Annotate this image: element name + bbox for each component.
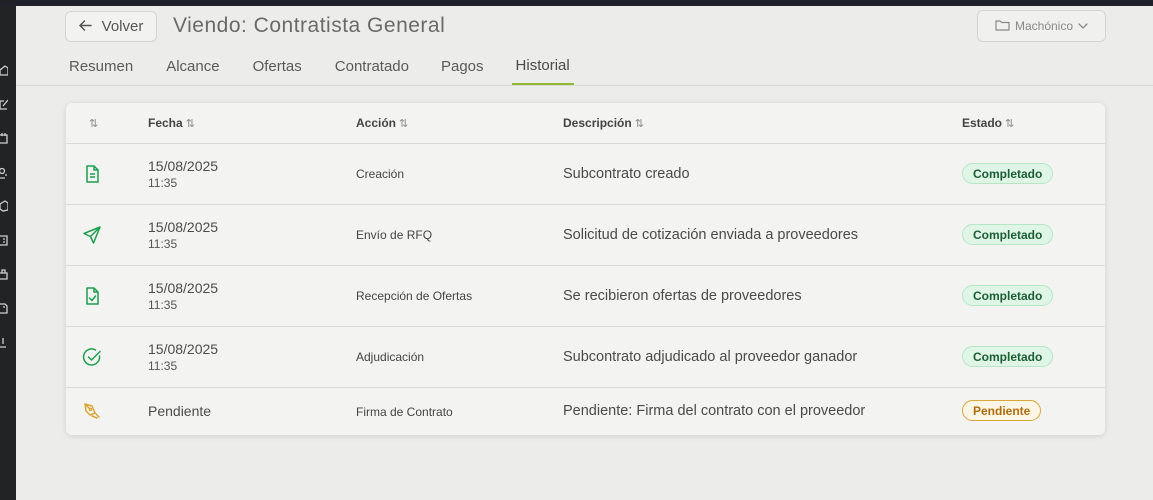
date-cell: 15/08/2025 11:35 xyxy=(148,158,218,190)
time-text: 11:35 xyxy=(148,298,178,312)
send-icon xyxy=(82,225,102,245)
back-button[interactable]: Volver xyxy=(65,11,157,42)
calendar-icon[interactable] xyxy=(0,132,8,144)
back-button-label: Volver xyxy=(101,18,144,35)
sort-icon: ⇅ xyxy=(399,118,409,130)
table-row[interactable]: 15/08/2025 11:35 Adjudicación Subcontrat… xyxy=(66,327,1105,388)
status-badge: Completado xyxy=(962,224,1054,245)
time-text: 11:35 xyxy=(148,237,178,251)
file-icon[interactable] xyxy=(0,302,8,314)
tab-ofertas[interactable]: Ofertas xyxy=(253,52,302,86)
description-cell: Pendiente: Firma del contrato con el pro… xyxy=(563,403,866,419)
folder-icon xyxy=(995,19,1010,34)
page-title: Viendo: Contratista General xyxy=(173,14,446,37)
table-row[interactable]: Pendiente Firma de Contrato Pendiente: F… xyxy=(66,388,1105,435)
date-cell: 15/08/2025 11:35 xyxy=(148,219,218,251)
document-icon xyxy=(82,164,102,184)
action-cell: Envío de RFQ xyxy=(356,228,433,242)
home-icon[interactable] xyxy=(0,64,8,76)
time-text: 11:35 xyxy=(148,359,178,373)
action-cell: Firma de Contrato xyxy=(356,405,453,419)
chevron-down-icon xyxy=(1078,19,1088,33)
column-header-label: Fecha xyxy=(148,116,183,130)
tab-historial[interactable]: Historial xyxy=(511,51,574,85)
sort-icon: ⇅ xyxy=(185,118,195,130)
date-text: 15/08/2025 xyxy=(148,341,219,357)
project-selector-label: Machónico xyxy=(1014,19,1074,33)
tab-resumen[interactable]: Resumen xyxy=(69,52,133,86)
column-header-accion[interactable]: Acción ⇅ xyxy=(356,116,408,130)
date-cell: 15/08/2025 11:35 xyxy=(148,341,218,373)
status-badge: Completado xyxy=(962,163,1054,184)
page-header: Volver Viendo: Contratista General Machó… xyxy=(16,6,1153,86)
column-header-label: Estado xyxy=(962,116,1003,130)
date-cell: 15/08/2025 11:35 xyxy=(148,280,218,312)
time-text: 11:35 xyxy=(148,176,178,190)
package-icon[interactable] xyxy=(0,200,8,212)
tab-alcance[interactable]: Alcance xyxy=(166,52,219,86)
tab-contratado[interactable]: Contratado xyxy=(335,52,409,86)
description-cell: Subcontrato creado xyxy=(563,166,690,182)
arrow-left-icon xyxy=(78,18,92,35)
signature-pen-icon xyxy=(82,401,102,421)
tab-bar: Resumen Alcance Ofertas Contratado Pagos… xyxy=(69,52,574,86)
date-text: 15/08/2025 xyxy=(148,158,219,174)
description-cell: Solicitud de cotización enviada a provee… xyxy=(563,227,859,243)
column-header-label: Descripción xyxy=(563,116,632,130)
date-text: 15/08/2025 xyxy=(148,280,219,296)
status-badge: Completado xyxy=(962,285,1054,306)
edit-icon[interactable] xyxy=(0,98,8,110)
sort-icon: ⇅ xyxy=(634,118,644,130)
check-circle-icon xyxy=(82,347,102,367)
document-check-icon xyxy=(82,286,102,306)
sidebar xyxy=(0,6,16,500)
lock-icon[interactable] xyxy=(0,268,8,280)
table-row[interactable]: 15/08/2025 11:35 Recepción de Ofertas Se… xyxy=(66,266,1105,327)
description-cell: Se recibieron ofertas de proveedores xyxy=(563,288,802,304)
table-row[interactable]: 15/08/2025 11:35 Creación Subcontrato cr… xyxy=(66,144,1105,205)
action-cell: Recepción de Ofertas xyxy=(356,289,473,303)
table-header: ⇅ Fecha ⇅ Acción ⇅ Descripción ⇅ Estado ⇅ xyxy=(66,103,1105,144)
column-header-fecha[interactable]: Fecha ⇅ xyxy=(148,116,195,130)
date-text: 15/08/2025 xyxy=(148,219,219,235)
column-header-estado[interactable]: Estado ⇅ xyxy=(962,116,1014,130)
description-cell: Subcontrato adjudicado al proveedor gana… xyxy=(563,349,858,365)
history-table: ⇅ Fecha ⇅ Acción ⇅ Descripción ⇅ Estado ⇅ 15… xyxy=(66,103,1105,435)
status-badge: Completado xyxy=(962,346,1054,367)
action-cell: Creación xyxy=(356,167,405,181)
column-header-descripcion[interactable]: Descripción ⇅ xyxy=(563,116,644,130)
date-cell: Pendiente xyxy=(148,403,212,419)
sort-icon: ⇅ xyxy=(89,118,99,130)
action-cell: Adjudicación xyxy=(356,350,425,364)
tab-pagos[interactable]: Pagos xyxy=(441,52,484,86)
status-badge: Pendiente xyxy=(962,400,1042,421)
sort-icon-column-header[interactable]: ⇅ xyxy=(86,116,98,130)
table-row[interactable]: 15/08/2025 11:35 Envío de RFQ Solicitud … xyxy=(66,205,1105,266)
project-selector[interactable]: Machónico xyxy=(977,10,1106,42)
users-icon[interactable] xyxy=(0,167,8,179)
alert-icon[interactable] xyxy=(0,337,8,349)
sort-icon: ⇅ xyxy=(1005,118,1015,130)
column-header-label: Acción xyxy=(356,116,397,130)
clipboard-icon[interactable] xyxy=(0,234,8,246)
